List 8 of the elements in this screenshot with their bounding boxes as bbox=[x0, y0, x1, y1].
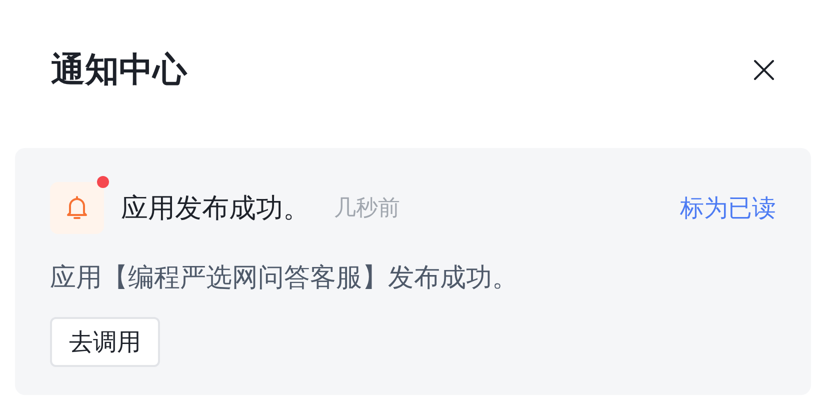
panel-title: 通知中心 bbox=[51, 49, 187, 92]
notification-title: 应用发布成功。 bbox=[121, 192, 310, 226]
notification-time: 几秒前 bbox=[334, 195, 400, 223]
action-button[interactable]: 去调用 bbox=[50, 317, 160, 367]
close-button[interactable] bbox=[753, 59, 775, 81]
notification-body: 应用【编程严选网问答客服】发布成功。 bbox=[50, 262, 519, 295]
mark-read-link[interactable]: 标为已读 bbox=[680, 192, 776, 224]
bell-icon bbox=[65, 195, 89, 221]
